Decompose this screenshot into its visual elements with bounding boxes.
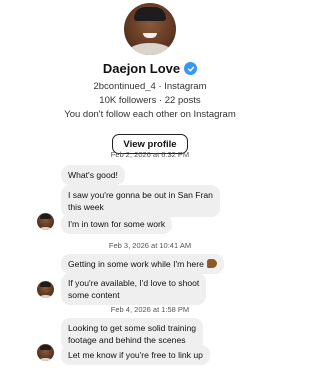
message-bubble[interactable]: If you're available, I'd love to shoot s… <box>61 273 207 305</box>
message-text: some content <box>68 290 120 300</box>
name-row: Daejon Love <box>102 61 198 76</box>
sender-avatar[interactable] <box>37 281 54 298</box>
profile-name: Daejon Love <box>102 61 181 76</box>
message-text: If you're available, I'd love to shoot <box>68 278 200 288</box>
timestamp: Feb 4, 2026 at 1:58 PM <box>110 305 190 314</box>
message-text: I saw you're gonna be out in San Fran <box>68 190 213 200</box>
profile-handle: 2bcontinued_4 · Instagram <box>93 81 207 92</box>
sender-avatar[interactable] <box>37 213 54 230</box>
message-text: Getting in some work while I'm here <box>68 259 204 269</box>
message-bubble[interactable]: I saw you're gonna be out in San Fran th… <box>61 185 220 217</box>
message-text: I'm in town for some work <box>68 219 166 229</box>
message-text: Let me know if you're free to link up <box>68 350 203 360</box>
message-bubble[interactable]: What's good! <box>61 165 125 185</box>
profile-stats: 10K followers · 22 posts <box>99 95 201 106</box>
profile-avatar[interactable] <box>124 3 176 55</box>
verified-badge-icon <box>184 62 198 75</box>
message-text: this week <box>68 202 104 212</box>
dm-thread-screen: Daejon Love 2bcontinued_4 · Instagram 10… <box>0 0 300 368</box>
flexed-biceps-icon <box>206 259 217 268</box>
message-bubble[interactable]: I'm in town for some work <box>61 214 173 234</box>
sender-avatar[interactable] <box>37 344 54 361</box>
message-text: Looking to get some solid training <box>68 323 197 333</box>
follow-status: You don't follow each other on Instagram <box>64 109 236 120</box>
message-bubble[interactable]: Getting in some work while I'm here <box>61 254 224 274</box>
timestamp: Feb 2, 2026 at 6:32 PM <box>110 150 190 159</box>
message-text: What's good! <box>68 170 118 180</box>
profile-header: Daejon Love 2bcontinued_4 · Instagram 10… <box>0 0 300 154</box>
message-bubble[interactable]: Let me know if you're free to link up <box>61 345 210 365</box>
timestamp: Feb 3, 2026 at 10:41 AM <box>108 241 192 250</box>
